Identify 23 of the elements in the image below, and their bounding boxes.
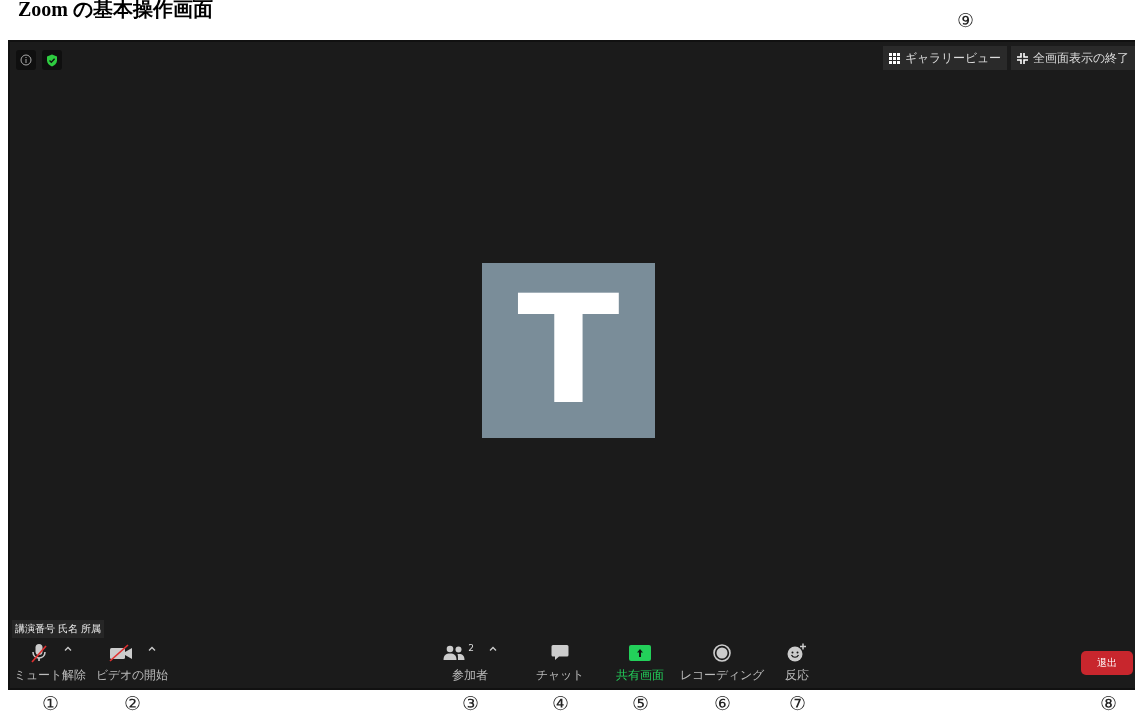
toolbar-label[interactable]: チャット [536,666,584,684]
callout-number: ⑦ [788,692,806,714]
toolbar-label[interactable]: レコーディング [680,666,764,684]
participant-count: 2 [468,642,474,653]
toolbar-label[interactable]: ミュート解除 [14,666,86,684]
callout-number: ① [41,692,59,714]
exit-fullscreen-button[interactable]: 全画面表示の終了 [1011,46,1135,70]
toolbar-label[interactable]: 反応 [785,666,809,684]
gallery-view-button[interactable]: ギャラリービュー [883,46,1007,70]
avatar-letter: T [517,275,620,425]
toolbar-label[interactable]: 共有画面 [616,666,664,684]
callout-number: ⑧ [1099,692,1117,714]
callout-number: ④ [551,692,569,714]
toolbar-label[interactable]: ビデオの開始 [96,666,168,684]
callout-number: ⑥ [713,692,731,714]
page-title: Zoom の基本操作画面 [17,0,213,20]
callout-number: ⑤ [631,692,649,714]
callout-number: ② [123,692,141,714]
leave-button[interactable]: 退出 [1081,651,1133,675]
name-tag: 講演番号 氏名 所属 [12,620,105,638]
callout-number: ③ [461,692,479,714]
callout-number: ⑨ [957,9,974,31]
toolbar-label[interactable]: 参加者 [452,666,488,684]
